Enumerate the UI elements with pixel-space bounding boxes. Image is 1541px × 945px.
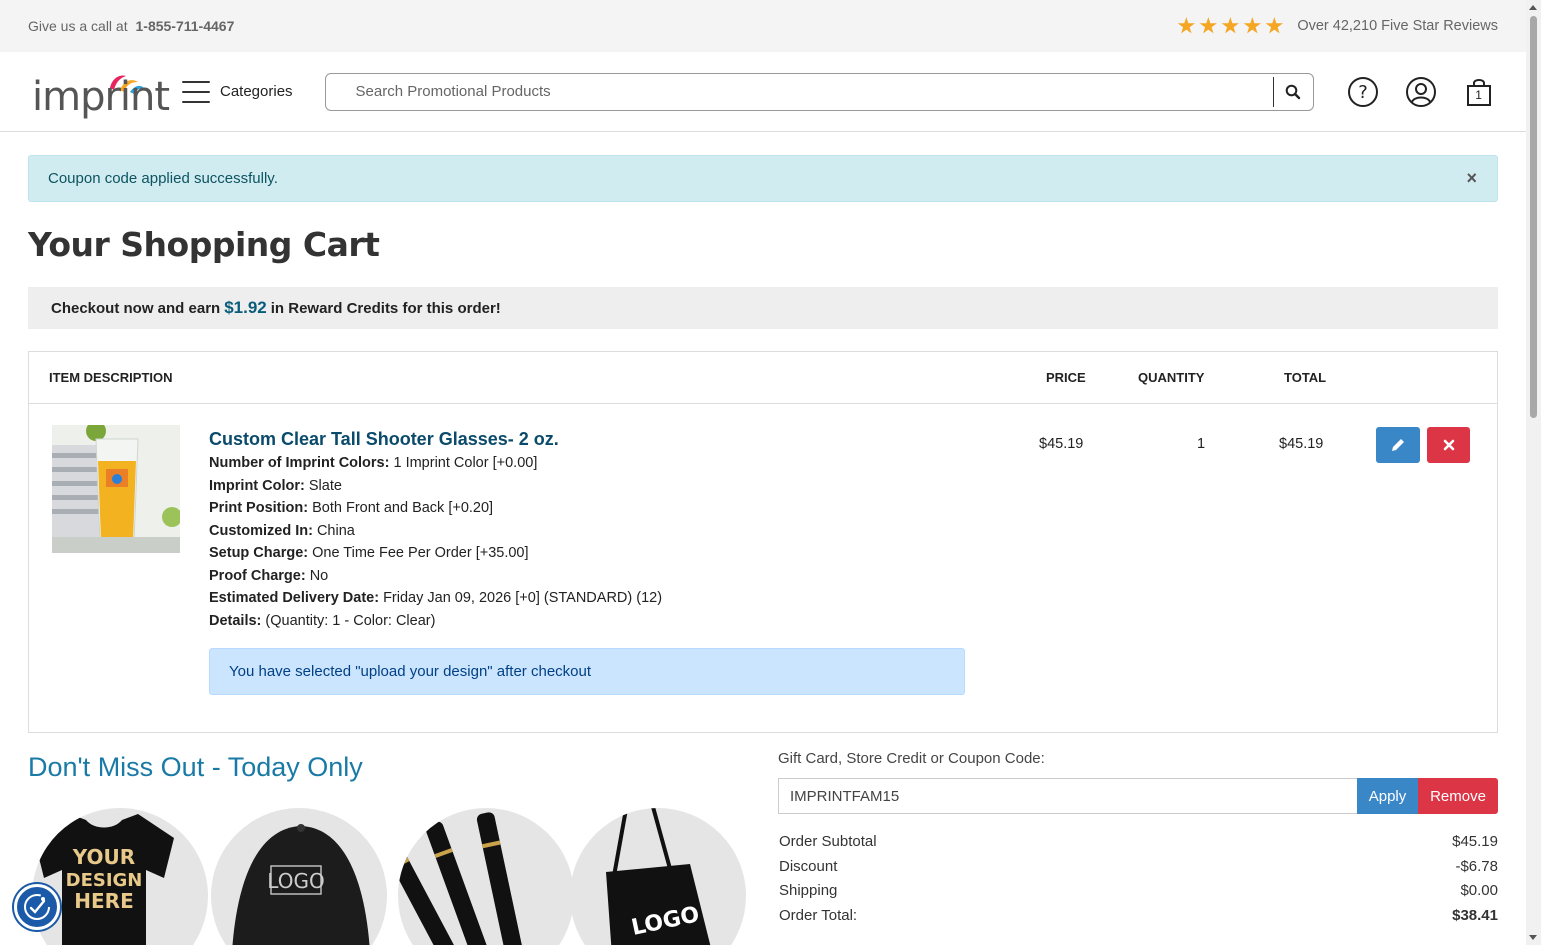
promo-heading: Don't Miss Out - Today Only: [28, 752, 363, 782]
product-name-link[interactable]: Custom Clear Tall Shooter Glasses- 2 oz.: [209, 428, 662, 450]
svg-text:?: ?: [1358, 82, 1368, 103]
accessibility-icon: [24, 894, 50, 920]
accessibility-button[interactable]: [14, 884, 60, 930]
search-input[interactable]: [325, 73, 1273, 110]
pencil-icon: [1392, 439, 1404, 451]
header-description: ITEM DESCRIPTION: [49, 370, 173, 385]
alert-message: Coupon code applied successfully.: [48, 170, 278, 187]
tote-image: LOGO: [606, 808, 711, 945]
call-prefix: Give us a call at: [28, 18, 128, 34]
reward-amount: $1.92: [224, 298, 267, 317]
detail-row: Estimated Delivery Date: Friday Jan 09, …: [209, 590, 663, 606]
star-icon: [1177, 17, 1195, 34]
promo-tshirt[interactable]: YOUR DESIGN HERE: [32, 808, 208, 945]
page-scrollbar[interactable]: [1526, 0, 1541, 945]
cap-image: LOGO: [232, 824, 370, 945]
top-bar: Give us a call at 1-855-711-4467 Over 42…: [0, 0, 1526, 52]
reward-suffix: in Reward Credits for this order!: [270, 299, 501, 317]
edit-item-button[interactable]: [1376, 427, 1420, 463]
promo-tote[interactable]: LOGO: [570, 808, 746, 945]
item-total: $45.19: [1279, 436, 1324, 452]
cart-count: 1: [1475, 87, 1482, 102]
hamburger-icon: [182, 80, 210, 103]
categories-menu[interactable]: Categories: [182, 80, 293, 103]
apply-coupon-button[interactable]: Apply: [1357, 778, 1418, 814]
pens-image: [398, 812, 530, 945]
promo-pens[interactable]: [398, 808, 574, 945]
item-price: $45.19: [1039, 436, 1084, 452]
star-icon: [1199, 17, 1217, 34]
summary-subtotal: Order Subtotal $45.19: [779, 832, 1498, 850]
detail-row: Setup Charge: One Time Fee Per Order [+3…: [209, 545, 529, 561]
page: Give us a call at 1-855-711-4467 Over 42…: [0, 0, 1526, 945]
cart-button[interactable]: 1: [1463, 76, 1495, 108]
star-icon: [1221, 17, 1239, 34]
reward-banner: Checkout now and earn $1.92 in Reward Cr…: [28, 287, 1498, 329]
shooter-glass-image: [52, 425, 180, 553]
order-summary: Order Subtotal $45.19 Discount -$6.78 Ship…: [779, 829, 1498, 928]
reward-prefix: Checkout now and earn: [51, 299, 221, 317]
account-button[interactable]: [1405, 76, 1437, 108]
detail-row: Details: (Quantity: 1 - Color: Clear): [209, 612, 436, 629]
coupon-success-alert: Coupon code applied successfully. ×: [28, 155, 1498, 202]
close-icon: [1443, 439, 1454, 451]
close-icon[interactable]: ×: [1466, 168, 1477, 189]
remove-coupon-button[interactable]: Remove: [1418, 778, 1498, 814]
help-button[interactable]: ?: [1347, 76, 1379, 108]
cart-table-header: ITEM DESCRIPTION PRICE QUANTITY TOTAL: [29, 352, 1497, 404]
phone-link[interactable]: 1-855-711-4467: [136, 18, 235, 34]
svg-text:YOUR: YOUR: [72, 845, 135, 869]
svg-text:LOGO: LOGO: [267, 869, 324, 893]
star-icon: [1265, 17, 1283, 34]
header-total: TOTAL: [1284, 370, 1327, 385]
account-icon: [1405, 76, 1436, 107]
cart-table: ITEM DESCRIPTION PRICE QUANTITY TOTAL Cu…: [28, 351, 1498, 733]
header-quantity: QUANTITY: [1138, 370, 1205, 385]
scrollbar-thumb[interactable]: [1530, 16, 1537, 418]
detail-row: Imprint Color: Slate: [209, 477, 342, 494]
detail-row: Proof Charge: No: [209, 567, 329, 584]
page-title: Your Shopping Cart: [28, 225, 380, 264]
main-header: imprint Categories ?: [0, 52, 1526, 132]
search-bar: [324, 72, 1314, 111]
imprint-logo[interactable]: imprint: [28, 62, 170, 122]
upload-design-note: You have selected "upload your design" a…: [209, 648, 965, 695]
detail-row: Customized In: China: [209, 522, 355, 539]
detail-row: Print Position: Both Front and Back [+0.…: [209, 500, 494, 516]
coupon-label: Gift Card, Store Credit or Coupon Code:: [778, 750, 1045, 767]
header-icons: ? 1: [1347, 76, 1495, 108]
review-rating[interactable]: Over 42,210 Five Star Reviews: [1177, 17, 1498, 35]
product-image[interactable]: [52, 425, 180, 553]
summary-total: Order Total: $38.41: [779, 906, 1498, 924]
detail-row: Number of Imprint Colors: 1 Imprint Colo…: [209, 455, 538, 471]
svg-text:HERE: HERE: [74, 889, 133, 913]
scroll-up-icon[interactable]: [1529, 5, 1537, 10]
scroll-down-icon[interactable]: [1529, 935, 1537, 940]
tshirt-image: YOUR DESIGN HERE: [34, 814, 174, 945]
remove-item-button[interactable]: [1427, 427, 1470, 463]
logo-text: imprint: [32, 73, 170, 120]
svg-text:DESIGN: DESIGN: [66, 870, 143, 891]
summary-discount: Discount -$6.78: [779, 857, 1498, 875]
item-quantity: 1: [1197, 436, 1206, 452]
promo-cap[interactable]: LOGO: [211, 808, 387, 945]
categories-label: Categories: [220, 83, 293, 100]
product-details: Custom Clear Tall Shooter Glasses- 2 oz.…: [209, 428, 662, 632]
reviews-text[interactable]: Over 42,210 Five Star Reviews: [1297, 18, 1498, 34]
summary-shipping: Shipping $0.00: [779, 882, 1498, 900]
call-info: Give us a call at 1-855-711-4467: [28, 18, 234, 34]
coupon-input[interactable]: [778, 778, 1357, 814]
coupon-form: Apply Remove: [778, 778, 1498, 814]
star-icon: [1243, 17, 1261, 34]
search-icon: [1285, 84, 1301, 99]
help-icon: ?: [1347, 76, 1378, 107]
search-button[interactable]: [1272, 76, 1313, 107]
header-price: PRICE: [1046, 370, 1086, 385]
